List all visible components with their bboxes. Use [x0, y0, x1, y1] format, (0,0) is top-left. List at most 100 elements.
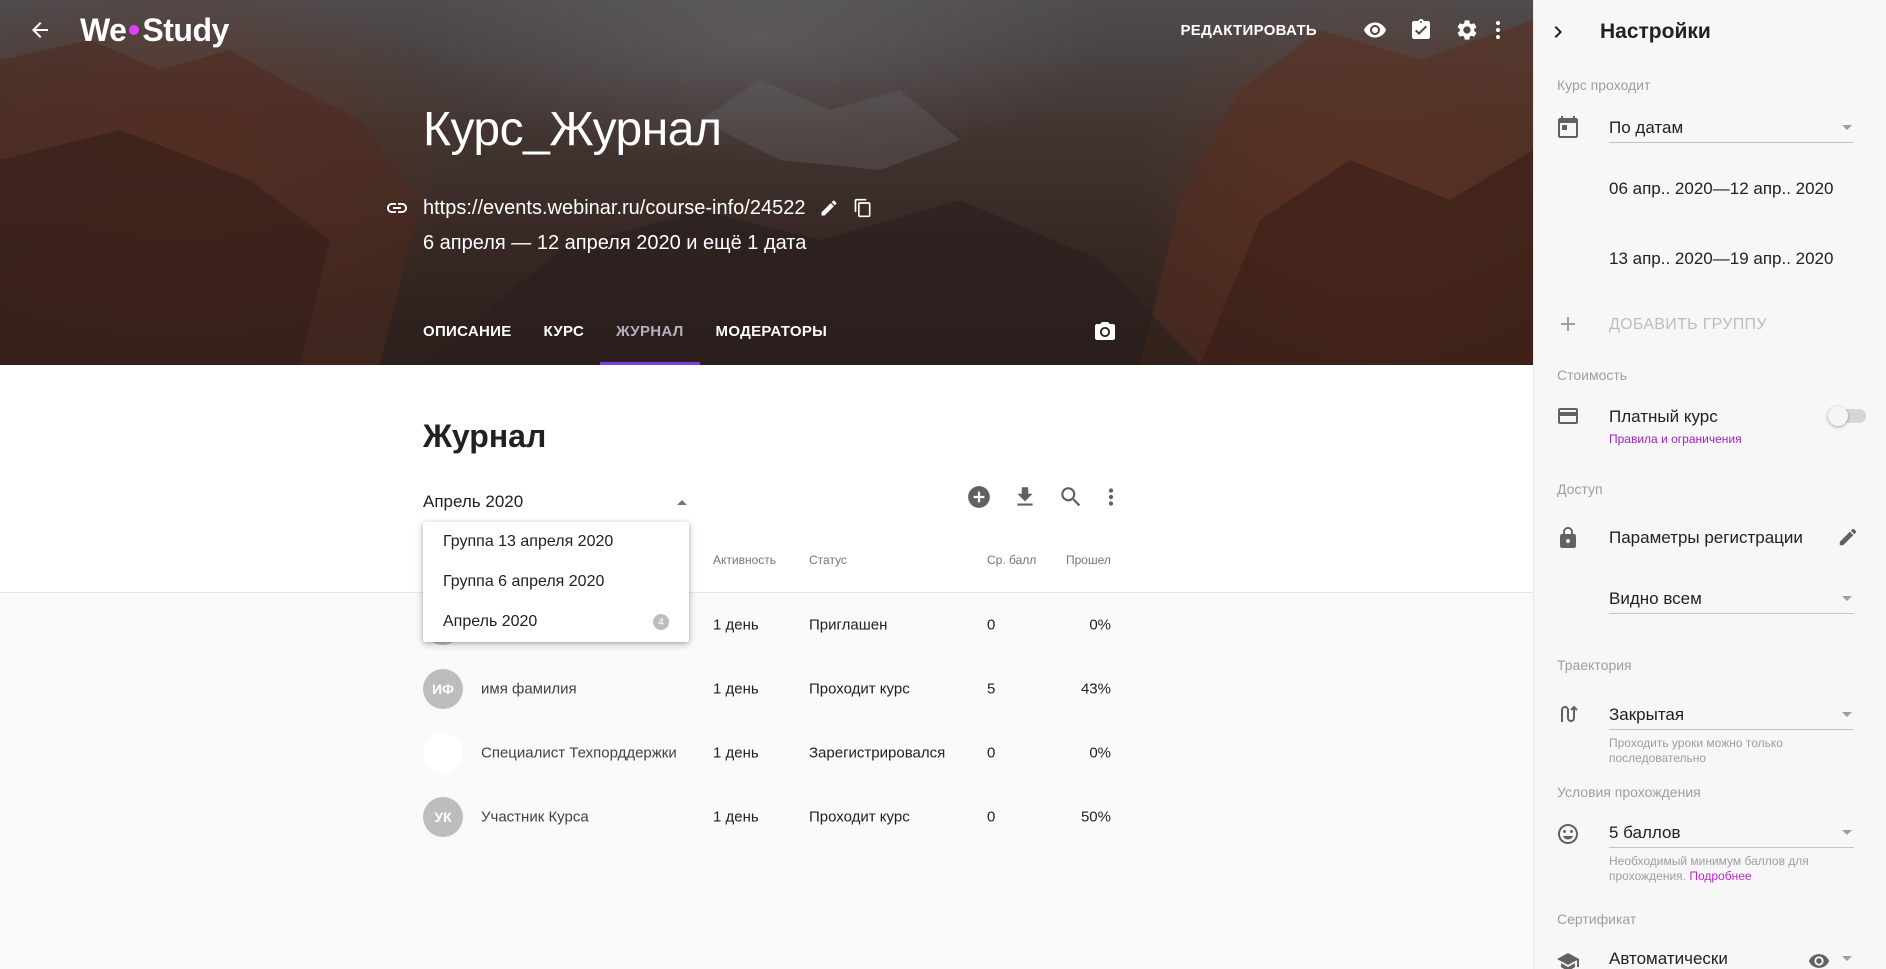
trajectory-help: Проходить уроки можно только последовате…: [1609, 736, 1783, 765]
column-header-status[interactable]: Статус: [809, 553, 847, 567]
settings-panel: Настройки Курс проходит По датам 06 апр.…: [1533, 0, 1886, 969]
registration-params[interactable]: Параметры регистрации: [1609, 528, 1803, 548]
logo-dot-icon: [129, 25, 140, 35]
tab-moderators[interactable]: МОДЕРАТОРЫ: [716, 320, 828, 365]
paid-course-label: Платный курс: [1609, 407, 1718, 426]
group-dates-1[interactable]: 06 апр.. 2020—12 апр.. 2020: [1609, 179, 1833, 199]
course-link-row: https://events.webinar.ru/course-info/24…: [385, 196, 873, 220]
participant-progress: 43%: [1080, 680, 1111, 698]
search-icon[interactable]: [1058, 484, 1084, 510]
journal-title: Журнал: [423, 418, 547, 454]
schedule-select-value: По датам: [1609, 117, 1684, 137]
table-row[interactable]: Специалист Техпорддержки 1 день Зарегист…: [0, 721, 1533, 785]
caret-down-icon: [1842, 830, 1852, 835]
more-link[interactable]: Подробнее: [1689, 869, 1751, 883]
eye-icon[interactable]: [1363, 18, 1387, 42]
table-row[interactable]: ИФ имя фамилия 1 день Проходит курс 5 43…: [0, 657, 1533, 721]
visibility-select[interactable]: Видно всем: [1609, 584, 1854, 614]
menu-item-group-april-13[interactable]: Группа 13 апреля 2020: [423, 522, 689, 562]
edit-button[interactable]: РЕДАКТИРОВАТЬ: [1181, 22, 1318, 39]
table-row[interactable]: УК Участник Курса 1 день Проходит курс 0…: [0, 785, 1533, 849]
participant-activity: 1 день: [713, 680, 759, 698]
avatar: УК: [423, 797, 463, 837]
chevron-right-icon[interactable]: [1546, 20, 1570, 44]
assignment-check-icon[interactable]: [1409, 18, 1433, 42]
participant-status: Приглашен: [809, 616, 888, 634]
logo-row: We Study: [28, 10, 229, 50]
add-circle-icon[interactable]: [966, 484, 992, 510]
tab-journal[interactable]: ЖУРНАЛ: [599, 320, 701, 365]
copy-icon[interactable]: [853, 198, 873, 218]
add-group-button[interactable]: ДОБАВИТЬ ГРУППУ: [1609, 316, 1767, 334]
more-vertical-icon[interactable]: [1491, 18, 1505, 42]
menu-item-label: Группа 6 апреля 2020: [443, 573, 605, 590]
tab-course[interactable]: КУРС: [544, 320, 585, 365]
participant-name: Участник Курса: [481, 808, 589, 826]
more-vertical-icon[interactable]: [1104, 484, 1118, 510]
participant-progress: 0%: [1089, 744, 1111, 762]
conditions-select-value: 5 баллов: [1609, 822, 1681, 842]
logo-text-left: We: [80, 11, 127, 48]
paid-course-toggle[interactable]: [1828, 406, 1866, 426]
wes-logo[interactable]: We Study: [80, 12, 229, 49]
tab-description[interactable]: ОПИСАНИЕ: [423, 320, 512, 365]
settings-header: Настройки: [1534, 0, 1886, 64]
journal-toolbar: [966, 484, 1118, 510]
avatar: ИФ: [423, 669, 463, 709]
column-header-activity[interactable]: Активность: [713, 553, 776, 567]
menu-item-april-2020[interactable]: Апрель 2020 4: [423, 602, 689, 642]
settings-title: Настройки: [1600, 20, 1711, 43]
menu-item-label: Апрель 2020: [443, 613, 538, 630]
eye-icon[interactable]: [1808, 950, 1830, 969]
conditions-label: Условия прохождения: [1557, 784, 1701, 800]
camera-icon[interactable]: [1093, 320, 1117, 344]
caret-down-icon: [1842, 956, 1852, 961]
column-header-passed[interactable]: Прошел: [1066, 553, 1111, 567]
participant-status: Проходит курс: [809, 680, 910, 698]
participant-progress: 0%: [1089, 616, 1111, 634]
pencil-icon[interactable]: [1837, 526, 1859, 548]
pencil-icon[interactable]: [819, 198, 839, 218]
participant-name: имя фамилия: [481, 680, 577, 698]
course-url[interactable]: https://events.webinar.ru/course-info/24…: [423, 197, 805, 220]
menu-item-group-april-6[interactable]: Группа 6 апреля 2020: [423, 562, 689, 602]
conditions-select[interactable]: 5 баллов: [1609, 818, 1854, 848]
course-cover: We Study РЕДАКТИРОВАТЬ Курс_Журнал https:…: [0, 0, 1533, 365]
participant-activity: 1 день: [713, 616, 759, 634]
participant-score: 0: [987, 808, 996, 826]
smiley-icon: [1558, 824, 1578, 844]
link-icon: [387, 203, 407, 213]
visibility-select-value: Видно всем: [1609, 588, 1702, 608]
participant-activity: 1 день: [713, 808, 759, 826]
menu-item-label: Группа 13 апреля 2020: [443, 533, 614, 550]
caret-down-icon: [1842, 712, 1852, 717]
participant-activity: 1 день: [713, 744, 759, 762]
top-actions: РЕДАКТИРОВАТЬ: [1181, 14, 1506, 46]
lock-icon: [1560, 527, 1576, 548]
column-header-score[interactable]: Ср. балл: [987, 553, 1036, 567]
period-select[interactable]: Апрель 2020: [423, 488, 691, 516]
download-icon[interactable]: [1012, 484, 1038, 510]
logo-text-right: Study: [142, 11, 229, 48]
gear-icon[interactable]: [1455, 18, 1479, 42]
back-arrow-icon[interactable]: [28, 18, 52, 42]
route-icon: [1561, 705, 1578, 722]
certificate-label: Сертификат: [1557, 911, 1637, 927]
count-badge: 4: [653, 614, 669, 630]
trajectory-label: Траектория: [1557, 657, 1632, 673]
participant-score: 5: [987, 680, 996, 698]
participant-name: Специалист Техпорддержки: [481, 744, 677, 762]
rules-link[interactable]: Правила и ограничения: [1609, 432, 1742, 446]
participant-score: 0: [987, 744, 996, 762]
course-dates: 6 апреля — 12 апреля 2020 и ещё 1 дата: [423, 232, 807, 254]
caret-down-icon: [1842, 125, 1852, 130]
table-row[interactable]: 1 день Приглашен 0 0%: [0, 593, 1533, 657]
caret-down-icon: [1842, 596, 1852, 601]
certificate-select-value: Автоматически: [1609, 948, 1728, 968]
plus-icon[interactable]: [1556, 312, 1580, 336]
calendar-icon: [1558, 116, 1578, 138]
schedule-select[interactable]: По датам: [1609, 113, 1854, 143]
group-dates-2[interactable]: 13 апр.. 2020—19 апр.. 2020: [1609, 249, 1833, 269]
graduation-cap-icon: [1557, 953, 1579, 969]
trajectory-select[interactable]: Закрытая: [1609, 700, 1854, 730]
